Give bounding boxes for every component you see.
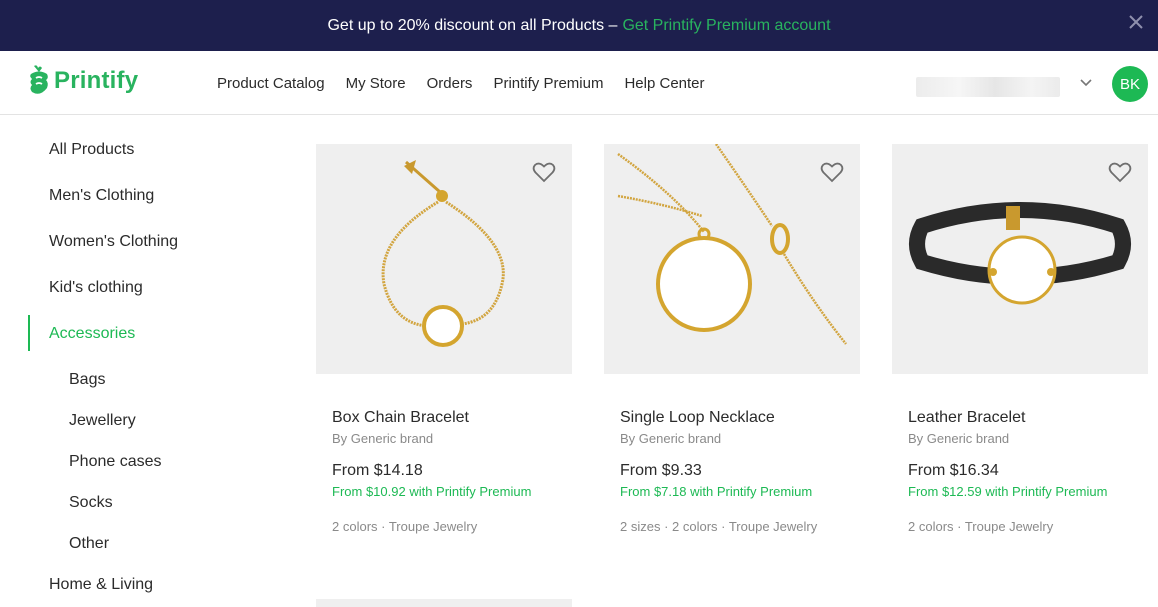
product-premium-price: From $12.59 with Printify Premium: [908, 484, 1108, 499]
sidebar-subitem-bags[interactable]: Bags: [69, 371, 105, 389]
premium-account-link[interactable]: Get Printify Premium account: [622, 17, 830, 35]
product-card-leather-bracelet[interactable]: Leather Bracelet By Generic brand From $…: [892, 144, 1148, 534]
main-nav: Product Catalog My Store Orders Printify…: [217, 51, 726, 115]
sidebar-subitem-phone-cases[interactable]: Phone cases: [69, 453, 162, 471]
sidebar-subitem-other[interactable]: Other: [69, 535, 109, 553]
printify-logo-icon: [30, 65, 48, 94]
nav-orders[interactable]: Orders: [427, 75, 473, 92]
sidebar-subitem-socks[interactable]: Socks: [69, 494, 113, 512]
active-indicator: [28, 315, 30, 351]
product-card-single-loop-necklace[interactable]: Single Loop Necklace By Generic brand Fr…: [604, 144, 860, 534]
heart-icon[interactable]: [1108, 161, 1132, 183]
sidebar-item-all-products[interactable]: All Products: [49, 141, 134, 159]
sidebar-item-kids-clothing[interactable]: Kid's clothing: [49, 279, 143, 297]
next-row-product-image[interactable]: [316, 599, 572, 607]
sidebar-item-mens-clothing[interactable]: Men's Clothing: [49, 187, 154, 205]
sidebar-item-accessories[interactable]: Accessories: [49, 325, 135, 343]
product-meta: 2 colors · Troupe Jewelry: [908, 519, 1054, 534]
nav-product-catalog[interactable]: Product Catalog: [217, 75, 325, 92]
product-name[interactable]: Box Chain Bracelet: [332, 409, 469, 427]
product-meta: 2 sizes · 2 colors · Troupe Jewelry: [620, 519, 818, 534]
heart-icon[interactable]: [532, 161, 556, 183]
product-price: From $9.33: [620, 462, 702, 479]
logo-text: Printify: [54, 67, 139, 94]
product-price: From $16.34: [908, 462, 999, 479]
sidebar-item-womens-clothing[interactable]: Women's Clothing: [49, 233, 178, 251]
product-premium-price: From $10.92 with Printify Premium: [332, 484, 532, 499]
sidebar-item-home-living[interactable]: Home & Living: [49, 576, 153, 594]
avatar[interactable]: BK: [1112, 66, 1148, 102]
product-name[interactable]: Leather Bracelet: [908, 409, 1025, 427]
product-image[interactable]: [316, 144, 572, 374]
nav-my-store[interactable]: My Store: [346, 75, 406, 92]
printify-logo[interactable]: Printify: [28, 61, 138, 101]
product-image[interactable]: [604, 144, 860, 374]
product-price: From $14.18: [332, 462, 423, 479]
product-image[interactable]: [892, 144, 1148, 374]
top-header: Printify Product Catalog My Store Orders…: [0, 51, 1158, 115]
nav-printify-premium[interactable]: Printify Premium: [493, 75, 603, 92]
product-name[interactable]: Single Loop Necklace: [620, 409, 775, 427]
product-brand: By Generic brand: [620, 431, 722, 446]
promo-banner: Get up to 20% discount on all Products –…: [0, 0, 1158, 51]
promo-text: Get up to 20% discount on all Products –: [327, 16, 618, 34]
chevron-down-icon[interactable]: [1079, 78, 1093, 88]
product-card-box-chain-bracelet[interactable]: Box Chain Bracelet By Generic brand From…: [316, 144, 572, 534]
product-premium-price: From $7.18 with Printify Premium: [620, 484, 813, 499]
product-brand: By Generic brand: [908, 431, 1010, 446]
product-brand: By Generic brand: [332, 431, 434, 446]
sidebar-subitem-jewellery[interactable]: Jewellery: [69, 412, 136, 430]
close-icon[interactable]: [1128, 14, 1144, 30]
heart-icon[interactable]: [820, 161, 844, 183]
product-meta: 2 colors · Troupe Jewelry: [332, 519, 478, 534]
nav-help-center[interactable]: Help Center: [624, 75, 704, 92]
account-name-blurred[interactable]: [916, 77, 1060, 97]
